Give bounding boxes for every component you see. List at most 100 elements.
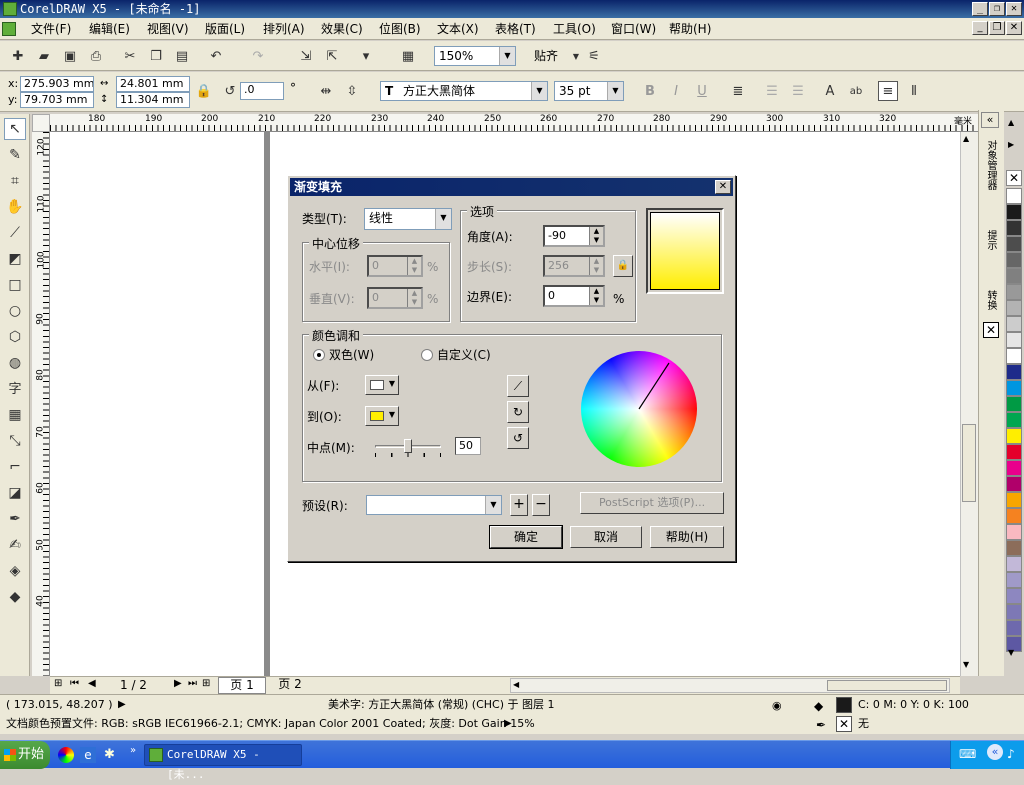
mirror-horizontal-icon[interactable]: ⇹ xyxy=(316,81,336,101)
palette-swatch[interactable] xyxy=(1006,220,1022,236)
add-page-icon[interactable]: ⊞ xyxy=(54,678,62,689)
bold-icon[interactable]: B xyxy=(640,81,660,101)
angle-spinner[interactable]: -90 ▲ ▼ xyxy=(543,225,605,247)
zoom-combo[interactable]: 150% ▼ xyxy=(434,46,516,66)
vertical-ruler[interactable]: 120 110 100 90 80 70 60 50 40 xyxy=(32,132,50,676)
cut-icon[interactable]: ✂ xyxy=(120,46,140,66)
transform-tab[interactable]: 转换 xyxy=(983,290,998,310)
expand-arrow-icon[interactable]: ▶ xyxy=(118,696,126,714)
table-tool-icon[interactable]: ▦ xyxy=(4,404,26,426)
palette-swatch[interactable] xyxy=(1006,492,1022,508)
menu-file[interactable]: 文件(F) xyxy=(31,21,71,37)
palette-swatch[interactable] xyxy=(1006,572,1022,588)
redo-icon[interactable]: ↷ xyxy=(248,46,268,66)
menu-bitmaps[interactable]: 位图(B) xyxy=(379,21,421,37)
palette-swatch[interactable] xyxy=(1006,284,1022,300)
text-align-icon[interactable]: ≣ xyxy=(728,81,748,101)
palette-swatch[interactable] xyxy=(1006,252,1022,268)
palette-swatch[interactable] xyxy=(1006,204,1022,220)
pick-tool-icon[interactable]: ↖ xyxy=(4,118,26,140)
dimension-tool-icon[interactable]: ⤡ xyxy=(4,430,26,452)
close-button[interactable]: ✕ xyxy=(1006,2,1022,16)
profile-arrow-icon[interactable]: ▶ xyxy=(504,715,512,733)
presets-select[interactable]: ▼ xyxy=(366,495,502,515)
import-icon[interactable]: ⇲ xyxy=(296,46,316,66)
vertical-spinner[interactable]: 0 ▲ ▼ xyxy=(367,287,423,309)
snap-dropdown-icon[interactable]: ▼ xyxy=(566,46,586,66)
steps-spinner[interactable]: 256 ▲ ▼ xyxy=(543,255,605,277)
palette-scroll-up-icon[interactable]: ▲ xyxy=(1008,118,1014,127)
help-button[interactable]: 帮助(H) xyxy=(650,526,724,548)
palette-swatch[interactable] xyxy=(1006,556,1022,572)
horizontal-scrollbar[interactable]: ◀ xyxy=(510,678,950,693)
export-icon[interactable]: ⇱ xyxy=(322,46,342,66)
menu-table[interactable]: 表格(T) xyxy=(495,21,536,37)
scroll-thumb[interactable] xyxy=(962,424,976,502)
drop-cap-icon[interactable]: ☰ xyxy=(788,81,808,101)
app-quicklaunch-icon[interactable]: ✱ xyxy=(104,747,115,762)
application-launcher-icon[interactable]: ▾ xyxy=(356,46,376,66)
x-position-field[interactable]: 275.903 mm xyxy=(20,76,94,92)
object-manager-tab[interactable]: 对象管理器 xyxy=(983,140,998,190)
copy-icon[interactable]: ❐ xyxy=(146,46,166,66)
close-docker-icon[interactable]: ✕ xyxy=(983,322,999,338)
no-color-swatch[interactable]: ✕ xyxy=(1006,170,1022,186)
add-preset-icon[interactable]: + xyxy=(510,494,528,516)
outline-none-swatch[interactable]: ✕ xyxy=(836,716,852,732)
palette-swatch[interactable] xyxy=(1006,412,1022,428)
lock-ratio-icon[interactable]: 🔒 xyxy=(194,81,214,101)
palette-swatch[interactable] xyxy=(1006,268,1022,284)
hints-tab[interactable]: 提示 xyxy=(983,230,998,250)
taskbar-coreldraw-button[interactable]: CorelDRAW X5 - [未... xyxy=(144,744,302,781)
text-tool-icon[interactable]: 字 xyxy=(4,376,26,398)
eyedropper-tool-icon[interactable]: ✒ xyxy=(4,508,26,530)
rotation-field[interactable]: .0 xyxy=(240,82,284,100)
minimize-button[interactable]: _ xyxy=(972,2,988,16)
character-formatting-icon[interactable]: A xyxy=(820,81,840,101)
connector-tool-icon[interactable]: ⌐ xyxy=(4,456,26,478)
two-color-label[interactable]: 双色(W) xyxy=(329,347,374,363)
outline-tool-icon[interactable]: ✍ xyxy=(4,534,26,556)
snap-to-label[interactable]: 贴齐 xyxy=(534,48,558,64)
bullet-list-icon[interactable]: ☰ xyxy=(762,81,782,101)
keyboard-icon[interactable]: ⌨ xyxy=(959,747,976,761)
slider-thumb[interactable] xyxy=(404,439,412,453)
crop-tool-icon[interactable]: ⌗ xyxy=(4,170,26,192)
palette-swatch[interactable] xyxy=(1006,444,1022,460)
print-icon[interactable]: ⎙ xyxy=(86,46,106,66)
palette-swatch[interactable] xyxy=(1006,364,1022,380)
tray-expand-icon[interactable]: « xyxy=(987,744,1003,760)
menu-window[interactable]: 窗口(W) xyxy=(611,21,656,37)
smart-fill-tool-icon[interactable]: ◩ xyxy=(4,248,26,270)
page-tab-2[interactable]: 页 2 xyxy=(272,677,308,692)
previous-page-icon[interactable]: ◀ xyxy=(88,678,96,689)
save-icon[interactable]: ▣ xyxy=(60,46,80,66)
edge-pad-spinner[interactable]: 0 ▲ ▼ xyxy=(543,285,605,307)
palette-swatch[interactable] xyxy=(1006,380,1022,396)
vertical-text-icon[interactable]: ⦀ xyxy=(904,81,924,101)
edit-text-icon[interactable]: ab xyxy=(846,81,866,101)
clockwise-blend-icon[interactable]: ↻ xyxy=(507,401,529,423)
fill-type-select[interactable]: 线性 ▼ xyxy=(364,208,452,230)
last-page-icon[interactable]: ⏭ xyxy=(188,678,197,689)
y-position-field[interactable]: 79.703 mm xyxy=(20,92,94,108)
new-icon[interactable]: ✚ xyxy=(8,46,28,66)
ellipse-tool-icon[interactable]: ○ xyxy=(4,300,26,322)
browser-quicklaunch-icon[interactable] xyxy=(58,747,74,763)
add-page-after-icon[interactable]: ⊞ xyxy=(202,678,210,689)
menu-arrange[interactable]: 排列(A) xyxy=(263,21,305,37)
lock-icon[interactable]: 🔒 xyxy=(613,255,633,277)
mirror-vertical-icon[interactable]: ⇳ xyxy=(342,81,362,101)
palette-flyout-icon[interactable]: ▶ xyxy=(1008,140,1014,149)
font-list-combo[interactable]: T 方正大黑简体 ▼ xyxy=(380,81,548,101)
undo-icon[interactable]: ↶ xyxy=(206,46,226,66)
welcome-screen-icon[interactable]: ▦ xyxy=(398,46,418,66)
palette-swatch[interactable] xyxy=(1006,428,1022,444)
palette-swatch[interactable] xyxy=(1006,316,1022,332)
menu-layout[interactable]: 版面(L) xyxy=(205,21,245,37)
palette-swatch[interactable] xyxy=(1006,332,1022,348)
palette-swatch[interactable] xyxy=(1006,300,1022,316)
custom-radio[interactable] xyxy=(421,349,433,361)
palette-swatch[interactable] xyxy=(1006,508,1022,524)
midpoint-slider[interactable] xyxy=(375,439,441,459)
